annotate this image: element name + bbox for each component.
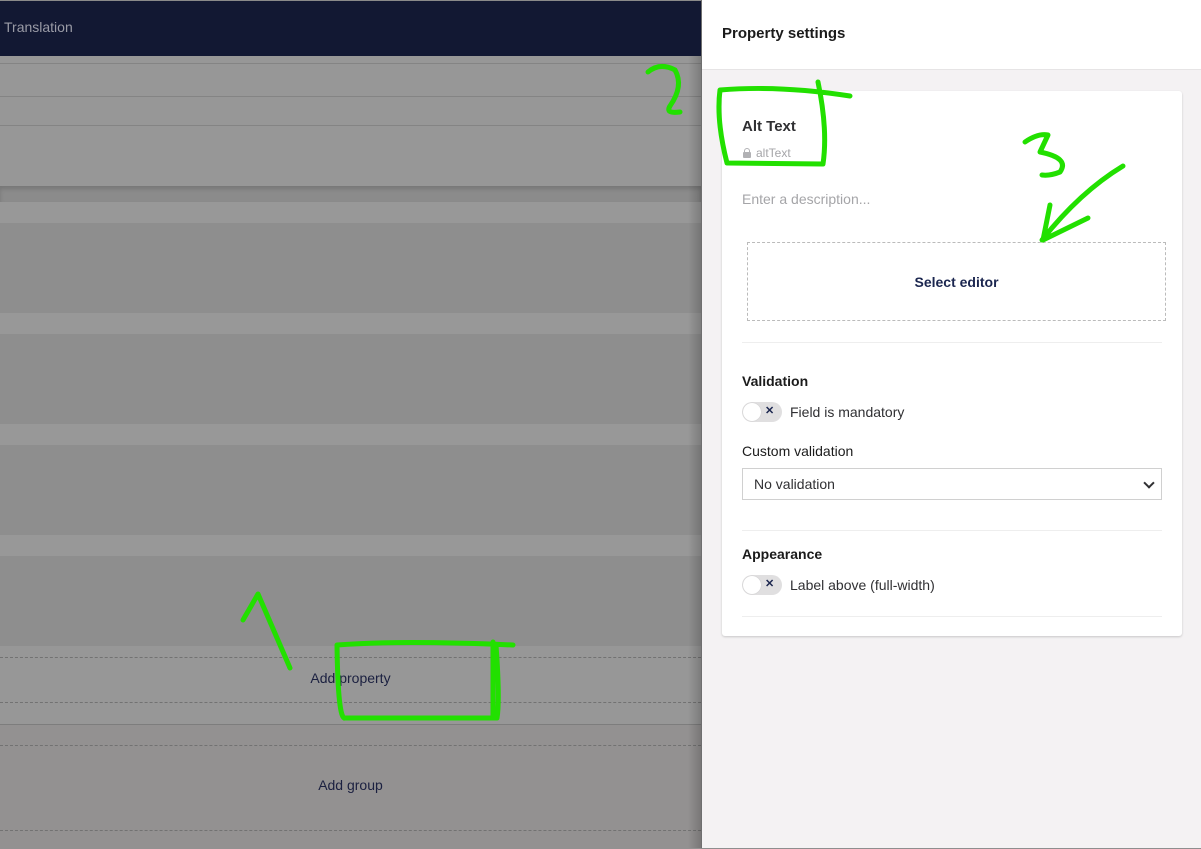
select-editor-button[interactable]: Select editor — [747, 242, 1166, 321]
close-icon: ✕ — [765, 405, 775, 417]
mandatory-label: Field is mandatory — [790, 404, 905, 420]
divider — [0, 96, 701, 97]
custom-validation-select[interactable]: No validation — [742, 468, 1162, 500]
panel-header: Property settings — [702, 0, 1201, 70]
group-header — [0, 535, 701, 556]
panel-shadow — [688, 56, 701, 848]
divider — [0, 186, 701, 202]
label-above-toggle-row[interactable]: ✕ Label above (full-width) — [742, 575, 935, 595]
alias-text: altText — [756, 146, 791, 160]
dashed-border — [0, 657, 701, 658]
toggle-knob — [743, 403, 761, 421]
divider — [0, 125, 701, 126]
lock-icon[interactable] — [743, 148, 751, 158]
select-value: No validation — [754, 476, 835, 492]
property-row — [0, 223, 701, 313]
description-input[interactable] — [742, 191, 1142, 207]
dashed-border — [0, 745, 701, 746]
add-property-button[interactable]: Add property — [0, 670, 701, 686]
divider — [742, 616, 1162, 617]
divider — [742, 342, 1162, 343]
property-settings-panel: Property settings Alt Text altText Selec… — [701, 0, 1201, 848]
dashed-border — [0, 830, 701, 831]
add-group-area: Add group — [0, 724, 701, 849]
property-alias[interactable]: altText — [743, 146, 791, 160]
top-bar: Translation — [0, 0, 701, 56]
toggle-knob — [743, 576, 761, 594]
label-above-label: Label above (full-width) — [790, 577, 935, 593]
chevron-down-icon — [1143, 477, 1155, 489]
property-row — [0, 445, 701, 535]
group-header — [0, 313, 701, 334]
dashed-border — [0, 702, 701, 703]
label-above-toggle[interactable]: ✕ — [742, 575, 782, 595]
mandatory-toggle-row[interactable]: ✕ Field is mandatory — [742, 402, 904, 422]
appearance-heading: Appearance — [742, 546, 823, 562]
background-editor: Translation Add property Add group — [0, 0, 701, 849]
panel-title: Property settings — [722, 25, 846, 42]
custom-validation-label: Custom validation — [742, 443, 854, 459]
validation-heading: Validation — [742, 373, 809, 389]
property-row — [0, 334, 701, 424]
mandatory-toggle[interactable]: ✕ — [742, 402, 782, 422]
add-group-button[interactable]: Add group — [0, 777, 701, 793]
property-name-input[interactable]: Alt Text — [742, 118, 796, 135]
group-header — [0, 424, 701, 445]
property-card: Alt Text altText Select editor Validatio… — [722, 91, 1182, 636]
divider — [742, 530, 1162, 531]
property-row — [0, 556, 701, 646]
topbar-title: Translation — [4, 19, 73, 35]
divider — [0, 63, 701, 64]
close-icon: ✕ — [765, 578, 775, 590]
group-header — [0, 202, 701, 223]
